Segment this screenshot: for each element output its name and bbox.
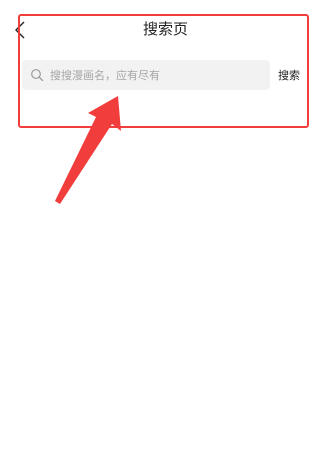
search-icon: [30, 68, 44, 82]
search-page: 搜索页 搜索: [0, 0, 331, 471]
search-input[interactable]: [50, 60, 262, 90]
page-title: 搜索页: [142, 20, 188, 38]
search-submit-button[interactable]: 搜索: [278, 67, 300, 83]
nav-bar: 搜索页: [0, 0, 331, 56]
search-bar: 搜索: [22, 60, 322, 90]
search-field[interactable]: [22, 60, 270, 90]
